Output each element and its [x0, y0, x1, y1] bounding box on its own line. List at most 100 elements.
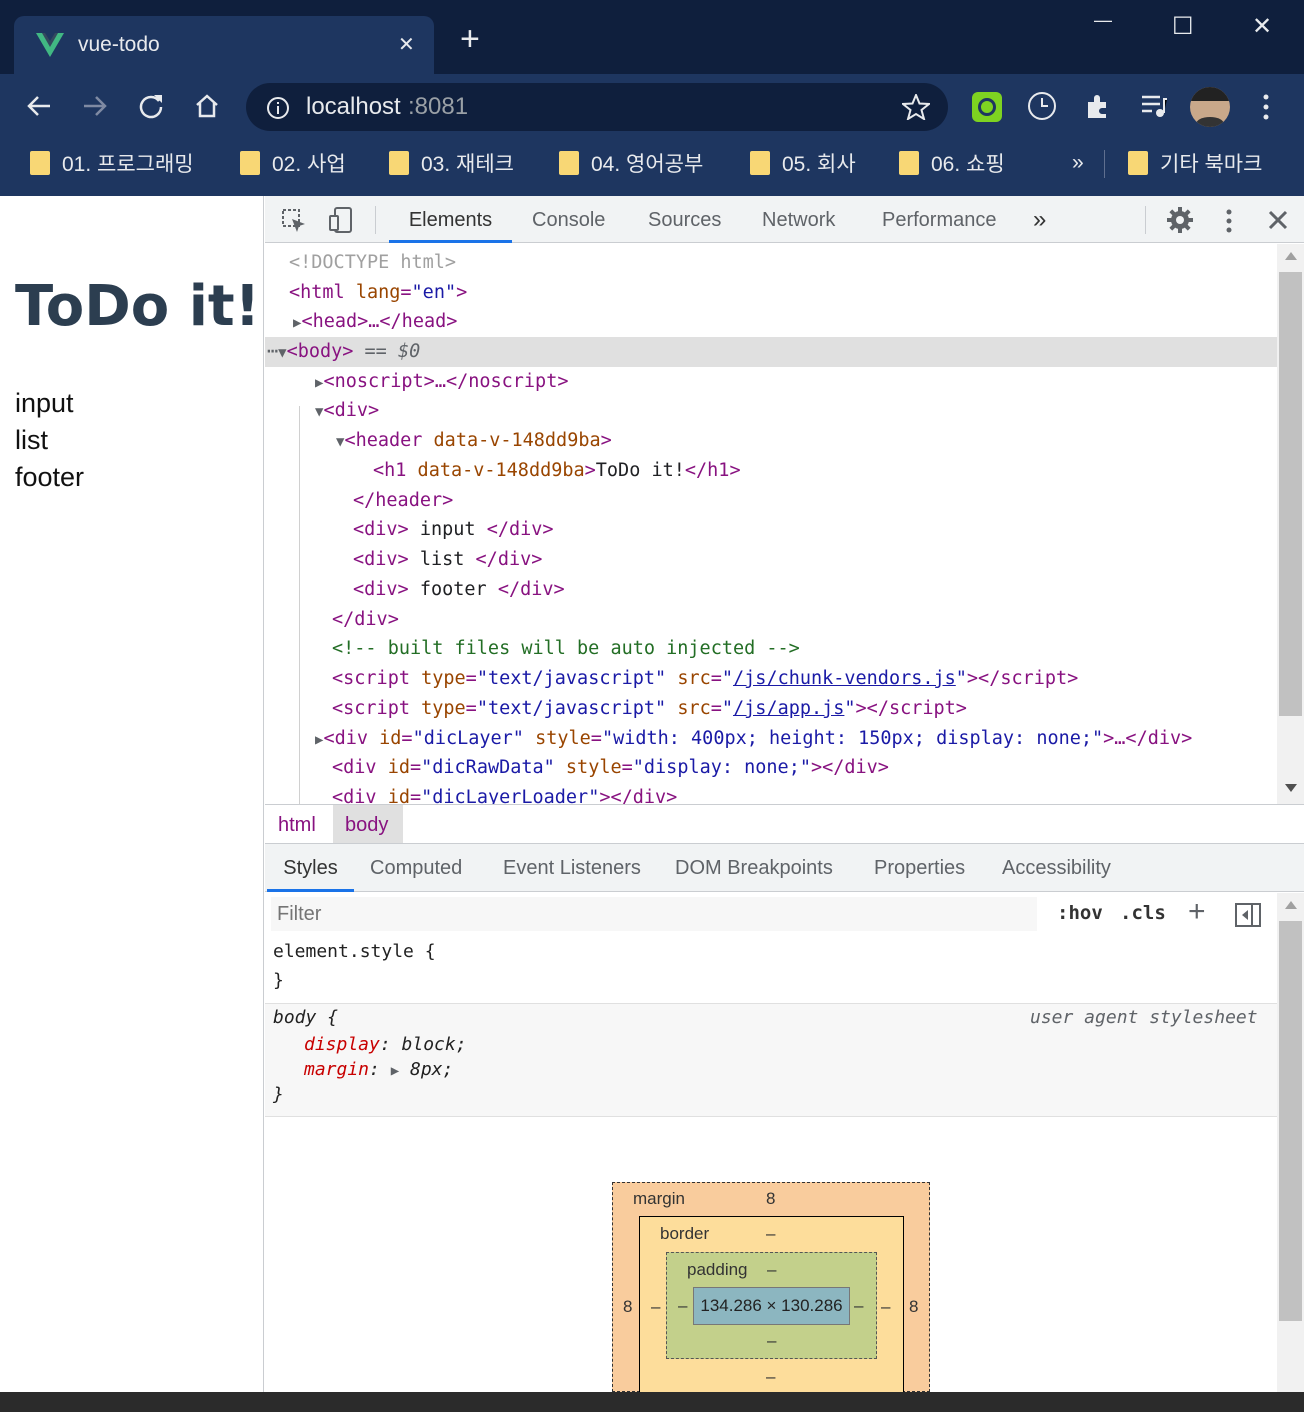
- tab-properties[interactable]: Properties: [874, 844, 965, 892]
- clock-extension-icon[interactable]: [1027, 91, 1057, 121]
- script-src-link[interactable]: /js/app.js: [733, 698, 844, 719]
- bookmark-folder-6[interactable]: 06. 쇼핑: [899, 148, 1005, 178]
- scrollbar-thumb[interactable]: [1279, 921, 1302, 1321]
- padding-bottom-value[interactable]: –: [767, 1331, 776, 1351]
- bookmark-folder-4[interactable]: 04. 영어공부: [559, 148, 703, 178]
- browser-tab[interactable]: vue-todo ✕: [14, 16, 434, 74]
- bookmarks-overflow-button[interactable]: »: [1072, 148, 1084, 178]
- margin-left-value[interactable]: 8: [623, 1297, 632, 1317]
- dom-script-vendors-node[interactable]: <script type="text/javascript" src="/js/…: [332, 664, 1078, 694]
- dom-noscript-node[interactable]: ▶<noscript>…</noscript>: [315, 367, 568, 398]
- new-tab-button[interactable]: +: [460, 22, 480, 56]
- dom-div-input-node[interactable]: <div> input </div>: [353, 515, 554, 545]
- tab-styles[interactable]: Styles: [267, 844, 354, 892]
- tab-elements[interactable]: Elements: [389, 196, 512, 243]
- tab-computed[interactable]: Computed: [370, 844, 462, 892]
- margin-right-value[interactable]: 8: [909, 1297, 918, 1317]
- reload-icon[interactable]: [138, 93, 164, 119]
- tab-performance[interactable]: Performance: [882, 196, 997, 243]
- dom-diclayer-node[interactable]: ▶<div id="dicLayer" style="width: 400px;…: [315, 724, 1192, 755]
- breadcrumb-body[interactable]: body: [345, 814, 388, 837]
- inspect-element-icon[interactable]: [281, 208, 307, 234]
- element-style-selector[interactable]: element.style {: [273, 937, 436, 967]
- tab-network[interactable]: Network: [762, 196, 835, 243]
- tab-close-icon[interactable]: ✕: [398, 32, 415, 57]
- devtools-menu-icon[interactable]: [1219, 208, 1239, 234]
- tab-sources[interactable]: Sources: [648, 196, 721, 243]
- home-icon[interactable]: [194, 93, 220, 119]
- bookmark-folder-2[interactable]: 02. 사업: [240, 148, 346, 178]
- maximize-button[interactable]: ☐: [1172, 12, 1194, 41]
- device-toolbar-icon[interactable]: [328, 206, 354, 234]
- breadcrumb-html[interactable]: html: [278, 814, 316, 837]
- padding-left-value[interactable]: –: [678, 1296, 687, 1316]
- ellipsis-icon[interactable]: ⋯: [267, 341, 278, 362]
- styles-filter-input[interactable]: [271, 897, 1037, 931]
- puzzle-extensions-icon[interactable]: [1084, 92, 1112, 120]
- scroll-up-arrow-icon[interactable]: [1285, 252, 1297, 260]
- profile-avatar[interactable]: [1190, 87, 1230, 127]
- margin-top-value[interactable]: 8: [766, 1189, 775, 1209]
- more-tabs-chevron-icon[interactable]: »: [1033, 196, 1046, 243]
- address-bar[interactable]: localhost :8081: [246, 83, 948, 131]
- new-style-rule-button[interactable]: +: [1188, 895, 1206, 929]
- border-right-value[interactable]: –: [881, 1297, 890, 1317]
- devtools-close-icon[interactable]: [1267, 209, 1289, 231]
- styles-scrollbar[interactable]: [1277, 893, 1304, 1392]
- bookmark-folder-5[interactable]: 05. 회사: [750, 148, 856, 178]
- bookmark-star-icon[interactable]: [902, 94, 930, 120]
- dom-app-div-node[interactable]: ▼<div>: [315, 396, 379, 427]
- scrollbar-thumb[interactable]: [1279, 272, 1302, 716]
- expand-triangle-icon[interactable]: ▶: [391, 1063, 399, 1079]
- body-rule-selector[interactable]: body {: [273, 1003, 338, 1033]
- bookmark-folder-3[interactable]: 03. 재테크: [389, 148, 514, 178]
- other-bookmarks-folder[interactable]: 기타 북마크: [1128, 148, 1262, 178]
- scroll-up-arrow-icon[interactable]: [1285, 901, 1297, 909]
- padding-top-value[interactable]: –: [767, 1260, 776, 1280]
- dom-body-node[interactable]: ⋯▼<body> == $0: [267, 337, 420, 368]
- tab-console[interactable]: Console: [532, 196, 605, 243]
- border-top-value[interactable]: –: [766, 1224, 775, 1244]
- toggle-sidebar-icon[interactable]: [1235, 903, 1261, 927]
- dom-h1-node[interactable]: <h1 data-v-148dd9ba>ToDo it!</h1>: [373, 456, 741, 486]
- dom-diclayerloader-node[interactable]: <div id="dicLayerLoader"></div>: [332, 783, 677, 804]
- tab-event-listeners[interactable]: Event Listeners: [503, 844, 641, 892]
- dom-header-node[interactable]: ▼<header data-v-148dd9ba>: [336, 426, 612, 457]
- extension-green-icon[interactable]: [972, 92, 1002, 122]
- collapse-triangle-icon[interactable]: ▼: [278, 345, 286, 361]
- dom-head-node[interactable]: ▶<head>…</head>: [293, 307, 457, 338]
- script-src-link[interactable]: /js/chunk-vendors.js: [733, 668, 956, 689]
- dom-html-node[interactable]: <html lang="en">: [289, 278, 467, 308]
- bookmark-folder-1[interactable]: 01. 프로그래밍: [30, 148, 194, 178]
- minimize-button[interactable]: —: [1094, 10, 1112, 31]
- menu-dots-icon[interactable]: [1256, 92, 1276, 122]
- cls-toggle[interactable]: .cls: [1120, 902, 1166, 924]
- box-model-content-size[interactable]: 134.286 × 130.286: [693, 1287, 850, 1325]
- dom-div-close[interactable]: </div>: [332, 605, 399, 635]
- dom-comment[interactable]: <!-- built files will be auto injected -…: [332, 634, 800, 664]
- info-icon[interactable]: [266, 96, 290, 120]
- box-model-padding[interactable]: padding – – – – 134.286 × 130.286: [666, 1252, 877, 1359]
- forward-arrow-icon[interactable]: [82, 94, 108, 118]
- scroll-down-arrow-icon[interactable]: [1285, 784, 1297, 792]
- dom-header-close[interactable]: </header>: [353, 486, 453, 516]
- dom-dicrawdata-node[interactable]: <div id="dicRawData" style="display: non…: [332, 753, 889, 783]
- dom-scrollbar[interactable]: [1277, 244, 1304, 804]
- box-model-margin[interactable]: margin 8 8 8 border – – – – padding – – …: [612, 1182, 930, 1396]
- settings-gear-icon[interactable]: [1166, 206, 1194, 234]
- border-left-value[interactable]: –: [651, 1297, 660, 1317]
- media-queue-icon[interactable]: [1140, 93, 1168, 119]
- padding-right-value[interactable]: –: [854, 1296, 863, 1316]
- dom-div-footer-node[interactable]: <div> footer </div>: [353, 575, 565, 605]
- dom-doctype[interactable]: <!DOCTYPE html>: [289, 248, 456, 278]
- window-close-button[interactable]: ✕: [1252, 12, 1272, 41]
- back-arrow-icon[interactable]: [26, 94, 52, 118]
- tab-dom-breakpoints[interactable]: DOM Breakpoints: [675, 844, 833, 892]
- prop-margin[interactable]: margin: ▶ 8px;: [304, 1055, 453, 1086]
- dom-div-list-node[interactable]: <div> list </div>: [353, 545, 542, 575]
- box-model-border[interactable]: border – – – – padding – – – – 134.286 ×…: [639, 1216, 904, 1396]
- dom-script-app-node[interactable]: <script type="text/javascript" src="/js/…: [332, 694, 967, 724]
- border-bottom-value[interactable]: –: [766, 1367, 775, 1387]
- hov-toggle[interactable]: :hov: [1057, 902, 1103, 924]
- tab-accessibility[interactable]: Accessibility: [1002, 844, 1111, 892]
